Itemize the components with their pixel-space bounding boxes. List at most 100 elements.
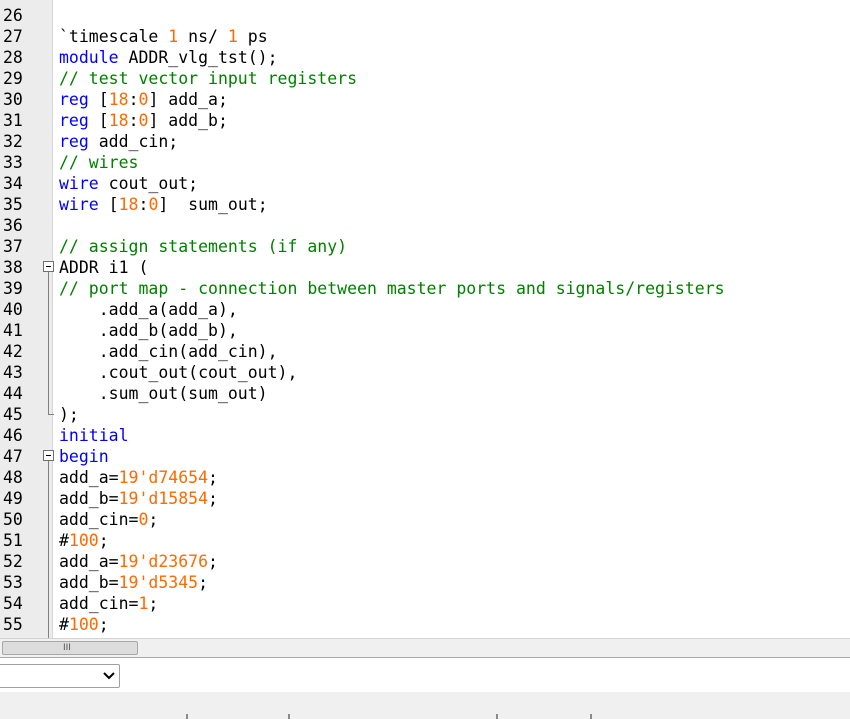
code-text: add_b=19'd5345; bbox=[59, 572, 208, 593]
code-line: 50 add_cin=0; bbox=[0, 509, 850, 530]
code-token: add_a= bbox=[59, 552, 119, 571]
code-token: .add_a(add_a), bbox=[59, 300, 238, 319]
code-text: add_b=19'd15854; bbox=[59, 488, 218, 509]
code-text: add_a=19'd74654; bbox=[59, 467, 218, 488]
fold-minus-icon[interactable] bbox=[43, 261, 54, 272]
code-text: // port map - connection between master … bbox=[59, 278, 725, 299]
code-token: // assign statements (if any) bbox=[59, 237, 348, 256]
code-token: add_b= bbox=[59, 489, 119, 508]
line-number: 29 bbox=[3, 69, 23, 88]
status-separator bbox=[288, 714, 290, 719]
code-line: 54 add_cin=1; bbox=[0, 593, 850, 614]
code-token: ns/ bbox=[178, 27, 228, 46]
line-number: 52 bbox=[3, 552, 23, 571]
code-token: 0 bbox=[138, 510, 149, 529]
code-line: 33 // wires bbox=[0, 152, 850, 173]
code-text: `timescale 1 ns/ 1 ps bbox=[59, 26, 268, 47]
code-line: 55 #100; bbox=[0, 614, 850, 635]
status-separator bbox=[496, 714, 498, 719]
panel-dropdown[interactable] bbox=[0, 664, 120, 688]
code-line: 26 bbox=[0, 5, 850, 26]
code-text: ); bbox=[59, 404, 79, 425]
code-token: wire bbox=[59, 195, 99, 214]
code-token: [ bbox=[98, 195, 119, 214]
line-number: 38 bbox=[3, 258, 23, 277]
code-token: : bbox=[128, 90, 139, 109]
code-text: reg [18:0] add_b; bbox=[59, 110, 228, 131]
line-number: 34 bbox=[3, 174, 23, 193]
code-editor[interactable]: 26 27 `timescale 1 ns/ 1 ps 28 module ADDR_v… bbox=[0, 0, 850, 638]
code-text: initial bbox=[59, 425, 129, 446]
line-number: 42 bbox=[3, 342, 23, 361]
code-token: ; bbox=[148, 594, 159, 613]
code-text: .add_b(add_b), bbox=[59, 320, 238, 341]
code-token: ] sum_out; bbox=[158, 195, 268, 214]
line-number: 50 bbox=[3, 510, 23, 529]
code-line: 32 reg add_cin; bbox=[0, 131, 850, 152]
code-line: 30 reg [18:0] add_a; bbox=[0, 89, 850, 110]
code-token: .add_cin(add_cin), bbox=[59, 342, 278, 361]
code-token: 18 bbox=[108, 111, 129, 130]
bottom-panel bbox=[0, 657, 850, 693]
code-line: 41 .add_b(add_b), bbox=[0, 320, 850, 341]
code-token: 1 bbox=[168, 27, 179, 46]
line-number: 55 bbox=[3, 615, 23, 634]
line-number: 54 bbox=[3, 594, 23, 613]
line-number: 46 bbox=[3, 426, 23, 445]
line-number: 30 bbox=[3, 90, 23, 109]
code-token: ; bbox=[98, 615, 109, 634]
line-number: 43 bbox=[3, 363, 23, 382]
code-token: // wires bbox=[59, 153, 139, 172]
code-line: 29 // test vector input registers bbox=[0, 68, 850, 89]
code-line: 49 add_b=19'd15854; bbox=[0, 488, 850, 509]
status-separator bbox=[186, 714, 188, 719]
code-text: .add_cin(add_cin), bbox=[59, 341, 278, 362]
line-number: 45 bbox=[3, 405, 23, 424]
code-text: ADDR i1 ( bbox=[59, 257, 148, 278]
horizontal-scrollbar[interactable]: III bbox=[0, 638, 850, 657]
code-token: ; bbox=[208, 489, 218, 508]
fold-minus-icon[interactable] bbox=[43, 450, 54, 461]
code-token: ] add_a; bbox=[148, 90, 228, 109]
code-text: add_a=19'd23676; bbox=[59, 551, 218, 572]
code-token: 18 bbox=[118, 195, 139, 214]
code-line: 38 ADDR i1 ( bbox=[0, 257, 850, 278]
code-line: 40 .add_a(add_a), bbox=[0, 299, 850, 320]
fold-guide bbox=[48, 461, 49, 638]
line-number: 39 bbox=[3, 279, 23, 298]
code-token: ); bbox=[59, 405, 79, 424]
line-number: 44 bbox=[3, 384, 23, 403]
code-token: 0 bbox=[138, 111, 149, 130]
line-number: 36 bbox=[3, 216, 23, 235]
code-token: ; bbox=[208, 552, 218, 571]
code-token: // test vector input registers bbox=[59, 69, 358, 88]
code-token: cout_out; bbox=[98, 174, 199, 193]
line-number: 41 bbox=[3, 321, 23, 340]
code-text: reg add_cin; bbox=[59, 131, 178, 152]
code-text: add_cin=0; bbox=[59, 509, 158, 530]
status-bar bbox=[0, 692, 850, 719]
code-token: 100 bbox=[68, 615, 99, 634]
line-number: 47 bbox=[3, 447, 23, 466]
code-token: # bbox=[59, 531, 69, 550]
code-line: 39 // port map - connection between maste… bbox=[0, 278, 850, 299]
code-token: .add_b(add_b), bbox=[59, 321, 238, 340]
code-text: // test vector input registers bbox=[59, 68, 357, 89]
code-token: 100 bbox=[68, 531, 99, 550]
code-token: 0 bbox=[138, 90, 149, 109]
scrollbar-thumb[interactable]: III bbox=[2, 641, 138, 655]
code-line: 45); bbox=[0, 404, 850, 425]
code-line: 52 add_a=19'd23676; bbox=[0, 551, 850, 572]
code-line: 31 reg [18:0] add_b; bbox=[0, 110, 850, 131]
code-token: ] add_b; bbox=[148, 111, 228, 130]
code-text: begin bbox=[59, 446, 109, 467]
line-number: 51 bbox=[3, 531, 23, 550]
line-number: 37 bbox=[3, 237, 23, 256]
code-token: : bbox=[138, 195, 149, 214]
code-token: 19'd74654 bbox=[118, 468, 209, 487]
code-line: 42 .add_cin(add_cin), bbox=[0, 341, 850, 362]
code-token: reg bbox=[59, 111, 89, 130]
code-text: // wires bbox=[59, 152, 138, 173]
code-token: begin bbox=[59, 447, 109, 466]
scrollbar-grip: III bbox=[63, 643, 71, 653]
